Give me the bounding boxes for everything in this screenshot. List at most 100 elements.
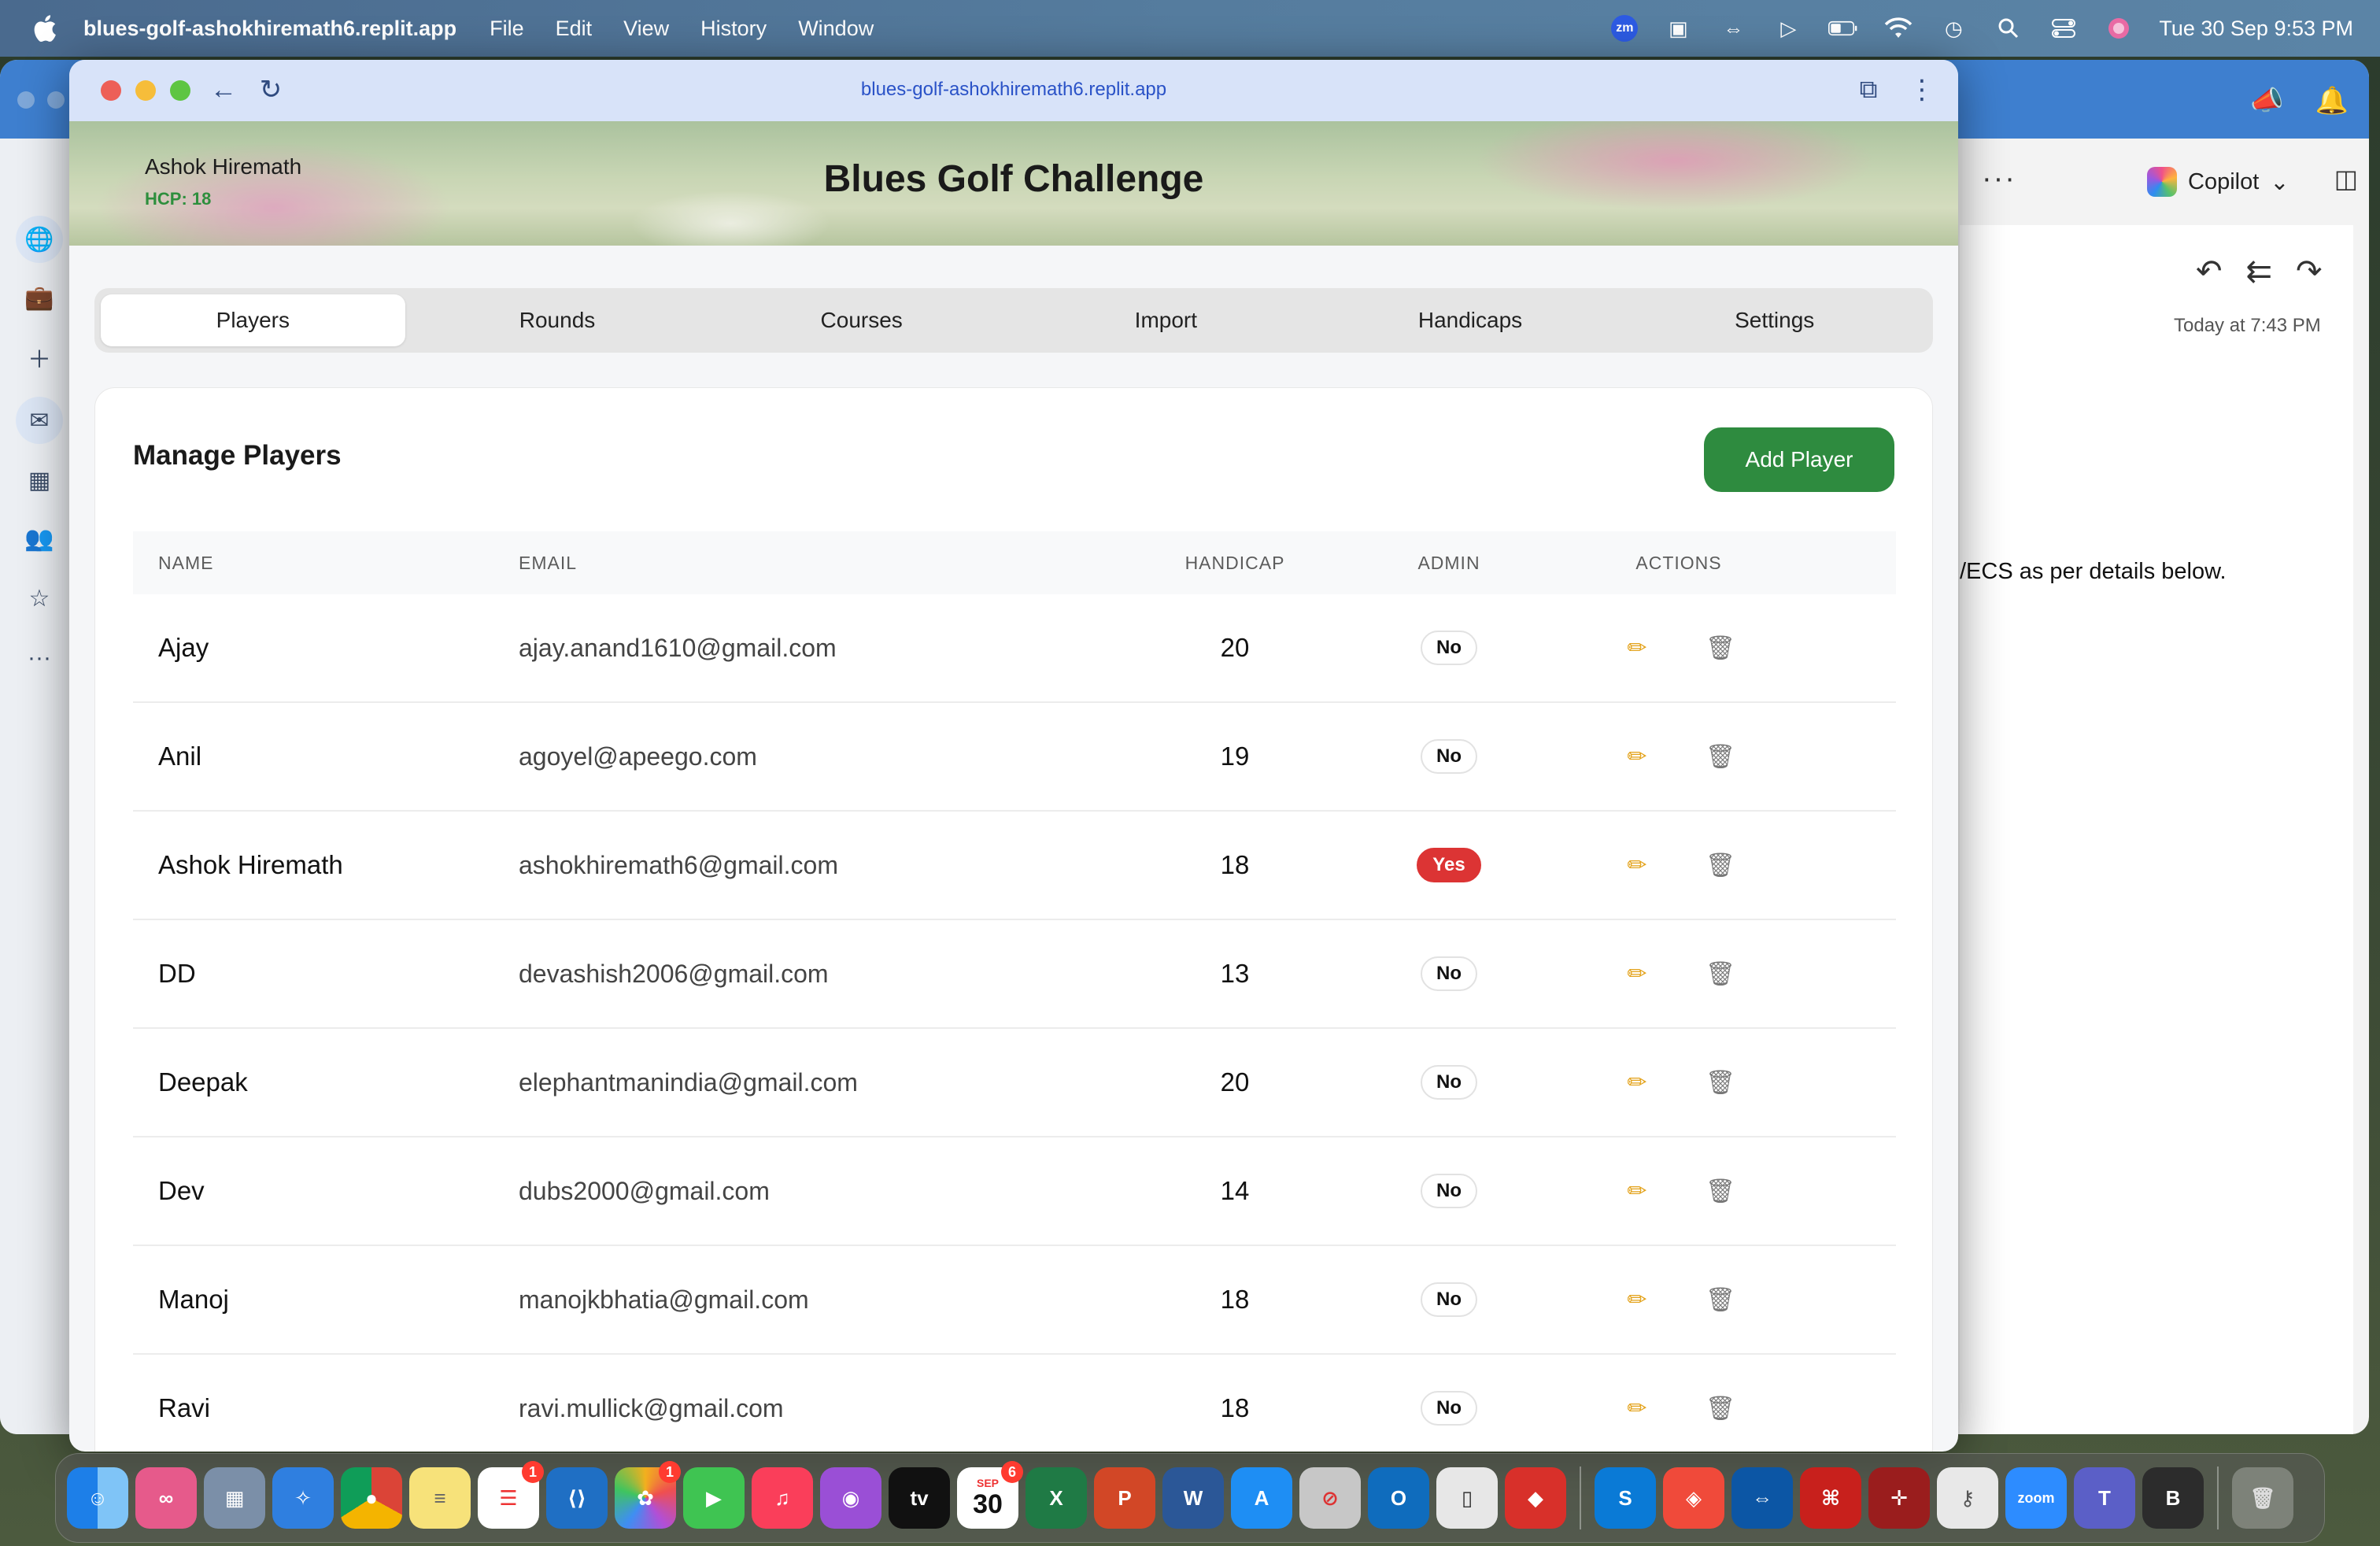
table-row: Ravi ravi.mullick@gmail.com 18 No ✏ 🗑 bbox=[133, 1355, 1896, 1452]
menu-file[interactable]: File bbox=[490, 17, 524, 41]
podcasts-icon[interactable]: ◉ bbox=[820, 1467, 881, 1529]
player-name: Ajay bbox=[158, 633, 209, 662]
delete-trash-icon[interactable]: 🗑 bbox=[1705, 1393, 1736, 1424]
launchpad-icon[interactable]: ▦ bbox=[204, 1467, 265, 1529]
tab-import[interactable]: Import bbox=[1014, 294, 1318, 346]
teamviewer-icon[interactable]: ⇔ bbox=[1731, 1467, 1793, 1529]
bell-icon[interactable]: 🔔 bbox=[2315, 85, 2349, 117]
tab-players[interactable]: Players bbox=[101, 294, 405, 346]
calendar-app-icon[interactable]: SEP 30 6 bbox=[957, 1461, 1023, 1529]
tab-rounds[interactable]: Rounds bbox=[405, 294, 710, 346]
edit-pencil-icon[interactable]: ✏ bbox=[1621, 1067, 1653, 1098]
delete-trash-icon[interactable]: 🗑 bbox=[1705, 1175, 1736, 1207]
forward-icon[interactable]: ↷ bbox=[2296, 253, 2323, 290]
menu-view[interactable]: View bbox=[623, 17, 669, 41]
sidebar-toggle-icon[interactable]: ◫ bbox=[2334, 164, 2358, 194]
active-app-name[interactable]: blues-golf-ashokhiremath6.replit.app bbox=[83, 17, 456, 41]
tab-settings[interactable]: Settings bbox=[1622, 294, 1927, 346]
vscode-icon[interactable]: ⟨⟩ bbox=[546, 1467, 608, 1529]
safari-icon[interactable]: ✧ bbox=[272, 1467, 334, 1529]
delete-trash-icon[interactable]: 🗑 bbox=[1705, 958, 1736, 989]
control-center-icon[interactable] bbox=[2049, 13, 2079, 43]
keychain-icon[interactable]: ⚷ bbox=[1937, 1467, 1998, 1529]
copilot-button[interactable]: Copilot ⌄ bbox=[2147, 167, 2289, 197]
edit-pencil-icon[interactable]: ✏ bbox=[1621, 958, 1653, 989]
bbedit-icon[interactable]: B bbox=[2142, 1467, 2204, 1529]
no-entry-app-icon[interactable]: ⊘ bbox=[1299, 1467, 1361, 1529]
acrobat-icon[interactable]: ⌘ bbox=[1800, 1467, 1861, 1529]
menu-history[interactable]: History bbox=[700, 17, 767, 41]
delete-trash-icon[interactable]: 🗑 bbox=[1705, 632, 1736, 664]
delete-trash-icon[interactable]: 🗑 bbox=[1705, 1284, 1736, 1315]
player-handicap: 13 bbox=[1220, 959, 1250, 988]
people-icon[interactable]: 👥 bbox=[20, 520, 58, 557]
edit-pencil-icon[interactable]: ✏ bbox=[1621, 1175, 1653, 1207]
kebab-menu-icon[interactable]: ⋮ bbox=[1906, 74, 1938, 105]
reply-all-icon[interactable]: ⇇ bbox=[2246, 253, 2273, 290]
chrome-icon[interactable]: ● bbox=[341, 1467, 402, 1529]
briefcase-icon[interactable]: 💼 bbox=[20, 279, 58, 316]
remote-desktop-icon[interactable]: ▣ bbox=[1663, 13, 1693, 43]
wifi-icon[interactable] bbox=[1883, 13, 1913, 43]
menubar-clock[interactable]: Tue 30 Sep 9:53 PM bbox=[2159, 17, 2353, 41]
excel-icon[interactable]: X bbox=[1026, 1467, 1087, 1529]
more-apps-icon[interactable]: ··· bbox=[20, 639, 58, 677]
table-row: Anil agoyel@apeego.com 19 No ✏ 🗑 bbox=[133, 703, 1896, 812]
powerpoint-icon[interactable]: P bbox=[1094, 1467, 1155, 1529]
address-bar[interactable]: blues-golf-ashokhiremath6.replit.app bbox=[69, 79, 1958, 101]
edit-pencil-icon[interactable]: ✏ bbox=[1621, 632, 1653, 664]
siri-icon[interactable] bbox=[2104, 13, 2134, 43]
music-icon[interactable]: ♫ bbox=[752, 1467, 813, 1529]
autocad-icon[interactable]: ✛ bbox=[1868, 1467, 1930, 1529]
play-icon[interactable]: ▷ bbox=[1773, 13, 1803, 43]
reply-icon[interactable]: ↶ bbox=[2196, 253, 2223, 290]
teams-icon[interactable]: T bbox=[2074, 1467, 2135, 1529]
outlook-close-dot[interactable] bbox=[17, 91, 35, 109]
reminders-icon[interactable]: ☰ 1 bbox=[478, 1461, 544, 1529]
trash-icon[interactable]: 🗑 bbox=[2232, 1467, 2293, 1529]
apple-menu-icon[interactable] bbox=[31, 14, 57, 43]
battery-icon[interactable] bbox=[1828, 13, 1858, 43]
menu-window[interactable]: Window bbox=[798, 17, 874, 41]
add-player-button[interactable]: Add Player bbox=[1704, 427, 1894, 492]
mail-icon[interactable]: ✉ bbox=[16, 397, 63, 444]
skype-icon[interactable]: S bbox=[1595, 1467, 1656, 1529]
player-email: ajay.anand1610@gmail.com bbox=[519, 633, 837, 662]
screen-share-icon[interactable]: ⇔ bbox=[1718, 13, 1748, 43]
extension-icon[interactable]: ⧉ bbox=[1853, 74, 1884, 105]
edit-pencil-icon[interactable]: ✏ bbox=[1621, 741, 1653, 772]
add-icon[interactable]: ＋ bbox=[20, 338, 58, 376]
megaphone-icon[interactable]: 📣 bbox=[2250, 85, 2283, 117]
creative-cloud-icon[interactable]: ∞ bbox=[135, 1467, 197, 1529]
calendar-icon[interactable]: ▦ bbox=[20, 461, 58, 499]
iphone-mirroring-icon[interactable]: ▯ bbox=[1436, 1467, 1498, 1529]
edit-pencil-icon[interactable]: ✏ bbox=[1621, 1284, 1653, 1315]
tab-courses[interactable]: Courses bbox=[709, 294, 1014, 346]
delete-trash-icon[interactable]: 🗑 bbox=[1705, 849, 1736, 881]
word-icon[interactable]: W bbox=[1162, 1467, 1224, 1529]
outlook-dock-icon[interactable]: O bbox=[1368, 1467, 1429, 1529]
zoom-status-icon[interactable]: zm bbox=[1611, 15, 1639, 42]
facetime-icon[interactable]: ▶ bbox=[683, 1467, 745, 1529]
zoom-dock-icon[interactable]: zoom bbox=[2005, 1467, 2067, 1529]
finder-icon[interactable]: ☺ bbox=[67, 1467, 128, 1529]
star-icon[interactable]: ☆ bbox=[20, 579, 58, 617]
notes-icon[interactable]: ≡ bbox=[409, 1467, 471, 1529]
menu-edit[interactable]: Edit bbox=[556, 17, 593, 41]
photos-icon[interactable]: ✿ 1 bbox=[615, 1461, 681, 1529]
more-options-icon[interactable]: ··· bbox=[1982, 162, 2016, 196]
anydesk-icon[interactable]: ◈ bbox=[1663, 1467, 1724, 1529]
globe-icon[interactable]: 🌐 bbox=[16, 216, 63, 263]
edit-pencil-icon[interactable]: ✏ bbox=[1621, 849, 1653, 881]
delete-trash-icon[interactable]: 🗑 bbox=[1705, 741, 1736, 772]
edit-pencil-icon[interactable]: ✏ bbox=[1621, 1393, 1653, 1424]
outlook-min-dot[interactable] bbox=[47, 91, 65, 109]
apple-tv-icon[interactable]: tv bbox=[889, 1467, 950, 1529]
delete-trash-icon[interactable]: 🗑 bbox=[1705, 1067, 1736, 1098]
app-store-icon[interactable]: A bbox=[1231, 1467, 1292, 1529]
mail-body-text: /ECS as per details below. bbox=[1960, 559, 2227, 584]
tab-handicaps[interactable]: Handicaps bbox=[1318, 294, 1623, 346]
spotlight-search-icon[interactable] bbox=[1994, 13, 2023, 43]
time-machine-icon[interactable]: ◷ bbox=[1938, 13, 1968, 43]
sketchup-icon[interactable]: ◆ bbox=[1505, 1467, 1566, 1529]
